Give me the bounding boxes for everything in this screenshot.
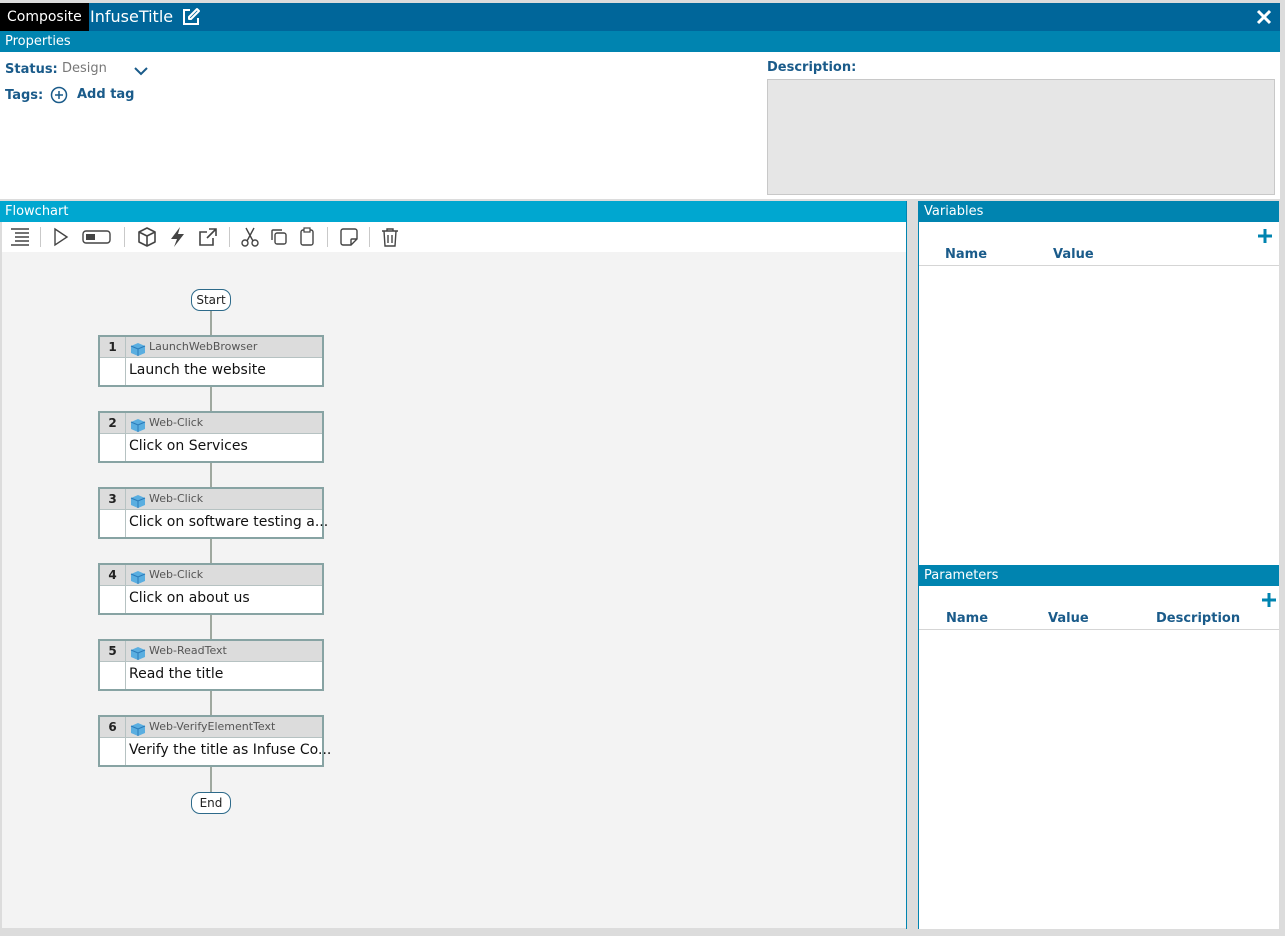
properties-header: Properties (0, 31, 1280, 52)
step-number: 3 (100, 489, 126, 537)
step-description: Click on about us (129, 590, 250, 606)
parameters-header: Parameters (919, 565, 1279, 586)
toolbar-divider (229, 227, 230, 247)
flow-step[interactable]: 3 Web-Click Click on software testing a.… (98, 487, 328, 539)
panel-divider (906, 201, 907, 929)
delete-icon[interactable] (379, 226, 401, 248)
step-description: Verify the title as Infuse Co... (129, 742, 332, 758)
step-description: Read the title (129, 666, 224, 682)
step-action: Web-Click (149, 416, 204, 429)
flowchart-header: Flowchart (0, 201, 907, 222)
flow-step[interactable]: 5 Web-ReadText Read the title (98, 639, 324, 691)
parameters-panel (919, 586, 1279, 929)
step-number: 4 (100, 565, 126, 613)
add-circle-icon[interactable] (50, 86, 68, 104)
step-description: Click on Services (129, 438, 248, 454)
cube-icon (130, 341, 146, 356)
variables-col-value: Value (1053, 247, 1094, 262)
toolbar-divider (369, 227, 370, 247)
header-divider (919, 265, 1279, 266)
step-action: Web-Click (149, 492, 204, 505)
external-link-icon[interactable] (197, 226, 219, 248)
parameters-col-description: Description (1156, 611, 1241, 626)
add-variable-icon[interactable] (1257, 228, 1273, 244)
add-parameter-icon[interactable] (1261, 592, 1277, 608)
paste-icon[interactable] (296, 226, 318, 248)
flow-step[interactable]: 2 Web-Click Click on Services (98, 411, 324, 463)
cube-icon (130, 569, 146, 584)
item-title: InfuseTitle (90, 7, 174, 26)
cut-icon[interactable] (239, 226, 261, 248)
toolbar-divider (327, 227, 328, 247)
cube-icon (130, 417, 146, 432)
edit-title-icon[interactable] (181, 7, 201, 27)
note-icon[interactable] (338, 226, 360, 248)
lightning-icon[interactable] (167, 226, 189, 248)
chevron-down-icon[interactable] (133, 62, 149, 76)
align-icon[interactable] (9, 226, 31, 248)
step-action: Web-VerifyElementText (149, 720, 276, 733)
title-bar: Composite InfuseTitle (0, 3, 1280, 31)
cube-icon (130, 645, 146, 660)
variables-col-name: Name (945, 247, 988, 262)
toolbar-divider (40, 227, 41, 247)
flow-step[interactable]: 1 LaunchWebBrowser Launch the website (98, 335, 324, 387)
toggle-icon[interactable] (82, 226, 112, 248)
step-number: 5 (100, 641, 126, 689)
package-icon[interactable] (136, 226, 158, 248)
start-node[interactable]: Start (191, 289, 231, 311)
step-action: Web-ReadText (149, 644, 227, 657)
step-number: 1 (100, 337, 126, 385)
description-field[interactable] (767, 79, 1275, 195)
toolbar-divider (124, 227, 125, 247)
step-action: LaunchWebBrowser (149, 340, 258, 353)
play-icon[interactable] (50, 226, 72, 248)
status-label: Status: (5, 62, 58, 77)
cube-icon (130, 721, 146, 736)
cube-icon (130, 493, 146, 508)
step-description: Click on software testing a... (129, 514, 329, 530)
parameters-col-value: Value (1048, 611, 1089, 626)
header-divider (919, 629, 1279, 630)
step-description: Launch the website (129, 362, 266, 378)
variables-panel (919, 222, 1279, 565)
add-tag-link[interactable]: Add tag (77, 87, 135, 102)
parameters-col-name: Name (946, 611, 989, 626)
close-icon[interactable] (1254, 7, 1274, 27)
step-action: Web-Click (149, 568, 204, 581)
item-type-label: Composite (0, 3, 89, 31)
flow-step[interactable]: 4 Web-Click Click on about us (98, 563, 324, 615)
end-node[interactable]: End (191, 792, 231, 814)
step-number: 2 (100, 413, 126, 461)
flow-step[interactable]: 6 Web-VerifyElementText Verify the title… (98, 715, 331, 767)
description-label: Description: (767, 60, 857, 75)
tags-label: Tags: (5, 88, 44, 103)
step-number: 6 (100, 717, 126, 765)
variables-header: Variables (919, 201, 1279, 222)
copy-icon[interactable] (268, 226, 290, 248)
